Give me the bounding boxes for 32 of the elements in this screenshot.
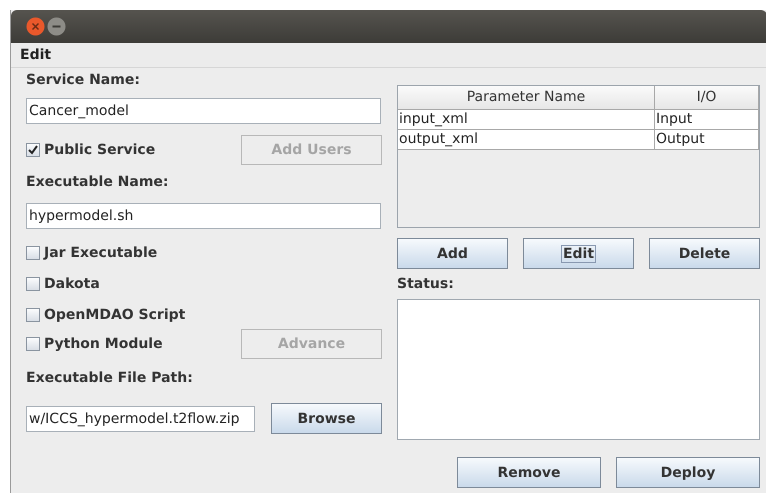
table-action-button[interactable]: Delete — [649, 238, 760, 269]
browse-button[interactable]: Browse — [271, 403, 382, 434]
column-header[interactable]: Parameter Name — [398, 86, 655, 110]
checkbox[interactable]: Dakota — [26, 276, 100, 292]
close-icon[interactable] — [26, 17, 45, 36]
field-label: Service Name: — [26, 71, 140, 89]
minimize-icon[interactable] — [47, 17, 66, 36]
checkbox-box[interactable] — [26, 337, 40, 351]
table-cell: input_xml — [398, 110, 655, 130]
table-action-button[interactable]: Add — [397, 238, 508, 269]
checkbox-box[interactable] — [26, 277, 40, 291]
input-field[interactable]: hypermodel.sh — [26, 203, 381, 229]
menu-item[interactable]: Edit — [11, 47, 52, 63]
table-cell: Input — [655, 110, 759, 130]
checkbox[interactable]: OpenMDAO Script — [26, 307, 186, 323]
input-field[interactable]: w/ICCS_hypermodel.t2flow.zip — [26, 406, 255, 432]
table-action-button[interactable]: Edit — [523, 238, 634, 269]
checkbox-box[interactable] — [26, 308, 40, 322]
action-button[interactable]: Remove — [457, 457, 601, 488]
field-label: Executable Name: — [26, 173, 169, 191]
checkbox-box[interactable] — [26, 143, 40, 157]
checkbox[interactable]: Python Module — [26, 336, 163, 352]
action-button[interactable]: Deploy — [616, 457, 760, 488]
table-cell: Output — [655, 130, 759, 150]
checkbox[interactable]: Public Service — [26, 142, 156, 158]
column-header[interactable]: I/O — [655, 86, 759, 110]
field-label: Executable File Path: — [26, 369, 193, 387]
input-field[interactable]: Cancer_model — [26, 98, 381, 124]
checkbox-box[interactable] — [26, 246, 40, 260]
status-label: Status: — [397, 275, 454, 293]
table-cell: output_xml — [398, 130, 655, 150]
checkbox[interactable]: Jar Executable — [26, 245, 158, 261]
